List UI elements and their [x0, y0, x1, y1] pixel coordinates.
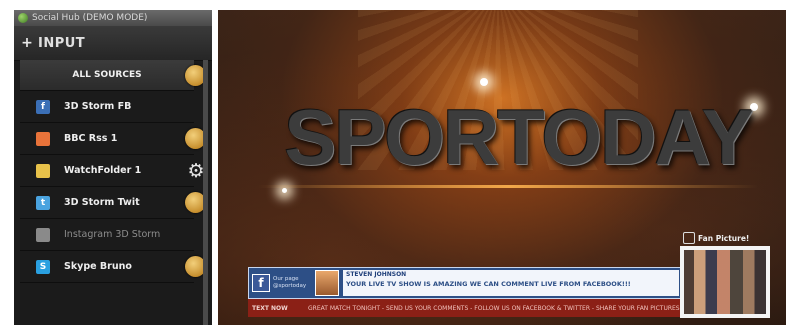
add-icon[interactable]: +: [20, 36, 34, 50]
input-header[interactable]: + INPUT: [14, 26, 212, 61]
input-panel: Social Hub (DEMO MODE) + INPUT ALL SOURC…: [14, 10, 212, 325]
folder-icon: [36, 163, 50, 178]
comment-text: YOUR LIVE TV SHOW IS AMAZING WE CAN COMM…: [346, 280, 631, 288]
fan-photo-image: [684, 250, 766, 314]
fan-photo: [680, 246, 770, 318]
lens-flare: [282, 188, 287, 193]
window-title: Social Hub (DEMO MODE): [32, 13, 148, 23]
source-label: 3D Storm FB: [64, 101, 132, 112]
comment-author: STEVEN JOHNSON: [346, 271, 407, 278]
facebook-page-label: Our page @sportoday: [273, 276, 307, 289]
source-label: Skype Bruno: [64, 261, 132, 272]
skype-icon: S: [36, 259, 50, 274]
facebook-icon: f: [36, 99, 50, 114]
glow-line: [258, 185, 758, 188]
instagram-icon: [36, 227, 50, 242]
scrollbar[interactable]: [203, 60, 208, 325]
rss-icon: [36, 131, 50, 146]
fan-pictures-label: Fan Picture!: [698, 233, 750, 243]
source-item[interactable]: Instagram 3D Storm: [20, 219, 194, 251]
sms-ticker-bar: TEXT NOW GREAT MATCH TONIGHT - SEND US Y…: [248, 299, 680, 317]
source-label: Instagram 3D Storm: [64, 229, 161, 240]
avatar: [315, 270, 339, 296]
camera-icon: [683, 232, 695, 244]
broadcast-preview: SPORTODAY f Our page @sportoday STEVEN J…: [218, 10, 786, 325]
fan-pictures-title: Fan Picture!: [683, 232, 749, 244]
input-header-label: INPUT: [38, 35, 86, 51]
comment-box: STEVEN JOHNSON YOUR LIVE TV SHOW IS AMAZ…: [343, 270, 679, 296]
text-now-label: TEXT NOW: [252, 304, 288, 312]
source-item[interactable]: t 3D Storm Twit: [20, 187, 206, 219]
source-item[interactable]: f 3D Storm FB: [20, 91, 194, 123]
source-label: WatchFolder 1: [64, 165, 142, 176]
source-item[interactable]: S Skype Bruno: [20, 251, 206, 283]
facebook-comment-bar: f Our page @sportoday STEVEN JOHNSON YOU…: [248, 267, 682, 299]
window-titlebar: Social Hub (DEMO MODE): [14, 10, 212, 26]
source-item[interactable]: WatchFolder 1 ⚙: [20, 155, 205, 187]
show-logo: SPORTODAY: [284, 93, 753, 181]
source-label: 3D Storm Twit: [64, 197, 140, 208]
source-item[interactable]: BBC Rss 1: [20, 123, 206, 155]
all-sources-label: ALL SOURCES: [72, 70, 142, 80]
lens-flare: [480, 78, 488, 86]
all-sources-item[interactable]: ALL SOURCES: [20, 60, 206, 91]
twitter-icon: t: [36, 195, 50, 210]
facebook-icon: f: [252, 274, 270, 292]
ticker-text: GREAT MATCH TONIGHT - SEND US YOUR COMME…: [308, 304, 680, 312]
app-icon: [18, 13, 28, 23]
source-label: BBC Rss 1: [64, 133, 118, 144]
source-list: ALL SOURCES f 3D Storm FB BBC Rss 1 WatchFo…: [14, 60, 206, 283]
